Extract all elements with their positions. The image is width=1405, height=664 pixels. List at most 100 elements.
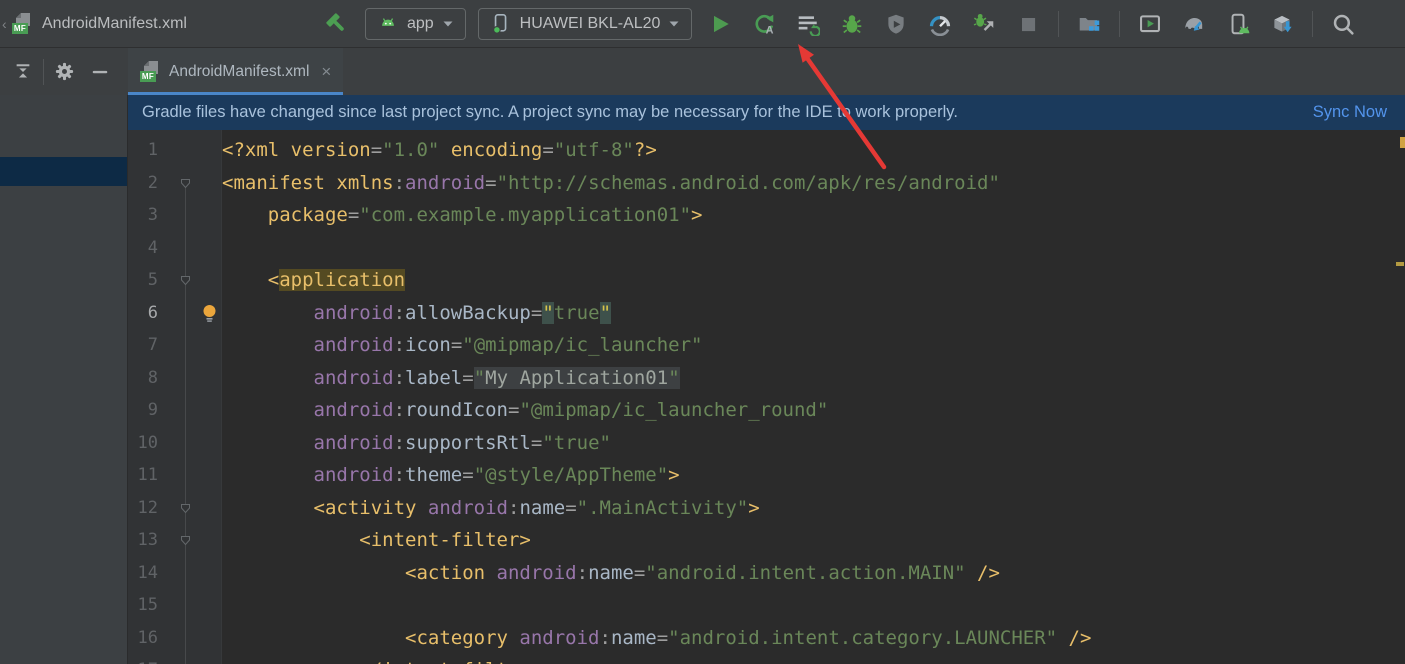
tab-androidmanifest[interactable]: MF AndroidManifest.xml × — [128, 48, 343, 95]
breadcrumb[interactable]: MF AndroidManifest.xml — [12, 13, 187, 34]
code-text: android:roundIcon="@mipmap/ic_launcher_r… — [222, 394, 828, 427]
run-icon[interactable] — [708, 12, 732, 36]
settings-gear-icon[interactable] — [53, 61, 75, 83]
code-text: android:theme="@style/AppTheme"> — [222, 459, 680, 492]
collapse-all-icon[interactable] — [12, 61, 34, 83]
gradle-sync-banner: Gradle files have changed since last pro… — [128, 95, 1405, 130]
gutter-slot — [158, 232, 222, 265]
code-line[interactable]: 6 android:allowBackup="true" — [128, 297, 1405, 330]
code-line[interactable]: 7 android:icon="@mipmap/ic_launcher" — [128, 329, 1405, 362]
search-everywhere-icon[interactable] — [1331, 12, 1355, 36]
main-toolbar: ‹ MF AndroidManifest.xml app — [0, 0, 1405, 48]
stop-icon[interactable] — [1016, 12, 1040, 36]
gutter-slot — [158, 557, 222, 590]
gutter-slot — [158, 622, 222, 655]
hide-panel-icon[interactable] — [89, 61, 111, 83]
intention-bulb-icon[interactable] — [202, 304, 217, 323]
code-line[interactable]: 13 <intent-filter> — [128, 524, 1405, 557]
line-number: 13 — [128, 524, 158, 557]
toolbar-separator — [1058, 11, 1059, 37]
project-tree-selected-row[interactable] — [0, 157, 127, 186]
code-text: package="com.example.myapplication01"> — [222, 199, 702, 232]
run-configurations-icon[interactable] — [796, 12, 820, 36]
gutter-slot — [158, 329, 222, 362]
sdk-manager-icon[interactable] — [1270, 12, 1294, 36]
fold-marker-icon[interactable] — [180, 275, 191, 286]
line-number: 6 — [128, 297, 158, 330]
gutter-slot — [158, 492, 222, 525]
code-line[interactable]: 10 android:supportsRtl="true" — [128, 427, 1405, 460]
editor-code[interactable]: 1<?xml version="1.0" encoding="utf-8"?>2… — [128, 130, 1405, 664]
avd-manager-icon[interactable] — [1226, 12, 1250, 36]
toolbar-separator — [1312, 11, 1313, 37]
code-line[interactable]: 16 <category android:name="android.inten… — [128, 622, 1405, 655]
code-line[interactable]: 17 </intent-filter> — [128, 654, 1405, 664]
code-line[interactable]: 11 android:theme="@style/AppTheme"> — [128, 459, 1405, 492]
code-line[interactable]: 12 <activity android:name=".MainActivity… — [128, 492, 1405, 525]
gutter-slot — [158, 264, 222, 297]
code-text: <activity android:name=".MainActivity"> — [222, 492, 760, 525]
profiler-icon[interactable] — [928, 12, 952, 36]
fold-marker-icon[interactable] — [180, 178, 191, 189]
device-dropdown[interactable]: HUAWEI BKL-AL20 — [478, 8, 693, 40]
build-hammer-icon[interactable] — [325, 12, 349, 36]
close-icon[interactable]: × — [321, 63, 331, 80]
editor-column: Gradle files have changed since last pro… — [128, 95, 1405, 664]
warning-stripe-mark[interactable] — [1396, 262, 1404, 266]
breadcrumb-file-name: AndroidManifest.xml — [42, 15, 187, 33]
sync-now-link[interactable]: Sync Now — [1313, 103, 1391, 122]
code-text: <manifest xmlns:android="http://schemas.… — [222, 167, 1000, 200]
line-number: 4 — [128, 232, 158, 265]
gutter-slot — [158, 199, 222, 232]
gutter-slot — [158, 362, 222, 395]
fold-marker-icon[interactable] — [180, 503, 191, 514]
project-tool-window[interactable] — [0, 95, 128, 664]
code-line[interactable]: 8 android:label="My Application01" — [128, 362, 1405, 395]
run-configuration-dropdown[interactable]: app — [365, 8, 466, 40]
run-with-coverage-icon[interactable] — [884, 12, 908, 36]
debug-icon[interactable] — [840, 12, 864, 36]
device-phone-icon — [491, 12, 511, 35]
code-text: <action android:name="android.intent.act… — [222, 557, 1000, 590]
gutter-slot — [158, 167, 222, 200]
gradle-sync-icon[interactable] — [1182, 12, 1206, 36]
gutter-slot — [158, 297, 222, 330]
line-number: 10 — [128, 427, 158, 460]
code-line[interactable]: 5 <application — [128, 264, 1405, 297]
device-label: HUAWEI BKL-AL20 — [520, 15, 661, 33]
code-line[interactable]: 14 <action android:name="android.intent.… — [128, 557, 1405, 590]
chevron-down-icon — [669, 21, 679, 27]
svg-text:A: A — [766, 24, 774, 36]
android-head-icon — [378, 14, 398, 34]
second-toolbar-row: MF AndroidManifest.xml × — [0, 48, 1405, 95]
code-line[interactable]: 4 — [128, 232, 1405, 265]
line-number: 17 — [128, 654, 158, 664]
code-text: android:label="My Application01" — [222, 362, 680, 395]
warning-stripe-mark[interactable] — [1400, 137, 1405, 148]
code-line[interactable]: 15 — [128, 589, 1405, 622]
fold-marker-icon[interactable] — [180, 535, 191, 546]
code-line[interactable]: 2<manifest xmlns:android="http://schemas… — [128, 167, 1405, 200]
panel-header-separator — [43, 59, 44, 85]
code-text: <?xml version="1.0" encoding="utf-8"?> — [222, 134, 657, 167]
attach-debugger-icon[interactable] — [972, 12, 996, 36]
code-text: <intent-filter> — [222, 524, 531, 557]
code-line[interactable]: 9 android:roundIcon="@mipmap/ic_launcher… — [128, 394, 1405, 427]
code-editor[interactable]: 1<?xml version="1.0" encoding="utf-8"?>2… — [128, 130, 1405, 664]
editor-tab-bar: MF AndroidManifest.xml × — [128, 48, 1405, 95]
project-structure-icon[interactable] — [1077, 12, 1101, 36]
code-text: android:icon="@mipmap/ic_launcher" — [222, 329, 702, 362]
android-studio-window: ‹ MF AndroidManifest.xml app — [0, 0, 1405, 664]
line-number: 16 — [128, 622, 158, 655]
gutter-slot — [158, 524, 222, 557]
toolbar-overflow-chevron-icon: ‹ — [2, 16, 10, 32]
code-line[interactable]: 1<?xml version="1.0" encoding="utf-8"?> — [128, 134, 1405, 167]
chevron-down-icon — [443, 21, 453, 27]
line-number: 3 — [128, 199, 158, 232]
run-window-icon[interactable] — [1138, 12, 1162, 36]
code-text: android:supportsRtl="true" — [222, 427, 611, 460]
toolbar-actions: app HUAWEI BKL-AL20 A — [315, 8, 1366, 40]
code-line[interactable]: 3 package="com.example.myapplication01"> — [128, 199, 1405, 232]
apply-changes-icon[interactable]: A — [752, 12, 776, 36]
code-text: <category android:name="android.intent.c… — [222, 622, 1091, 655]
